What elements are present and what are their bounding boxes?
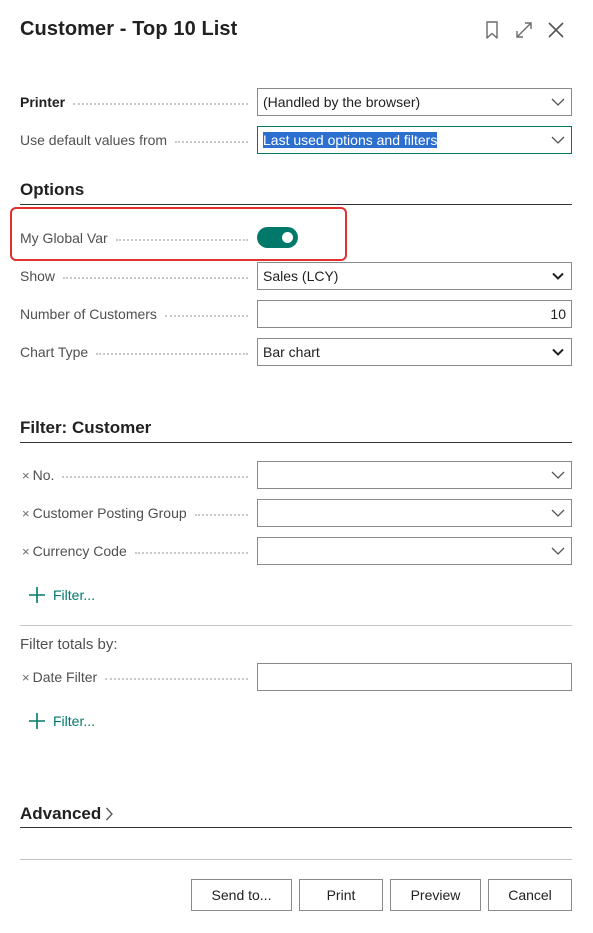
filter-row-date: × Date Filter	[20, 663, 572, 691]
printer-value: (Handled by the browser)	[263, 94, 421, 110]
filter-customer-title: Filter: Customer	[20, 418, 152, 437]
date-filter-input[interactable]	[257, 663, 572, 691]
plus-icon	[29, 587, 45, 603]
chevron-down-icon	[545, 127, 571, 153]
filter-row-posting-group: × Customer Posting Group	[20, 499, 572, 527]
chart-type-select[interactable]: Bar chart	[257, 338, 572, 366]
add-totals-filter-link[interactable]: Filter...	[28, 711, 95, 731]
options-divider	[20, 204, 572, 205]
num-customers-label: Number of Customers	[20, 300, 248, 328]
global-var-label: My Global Var	[20, 224, 248, 252]
caret-down-icon	[545, 339, 571, 365]
printer-label: Printer	[20, 88, 248, 116]
caret-down-icon	[545, 263, 571, 289]
close-icon[interactable]	[546, 20, 566, 40]
filter-totals-title: Filter totals by:	[20, 636, 118, 653]
expand-icon[interactable]	[514, 20, 534, 40]
num-customers-value: 10	[550, 306, 566, 322]
advanced-divider	[20, 827, 572, 828]
filter-customer-divider	[20, 442, 572, 443]
defaults-label: Use default values from	[20, 126, 248, 154]
chart-type-value: Bar chart	[263, 344, 320, 360]
show-row: Show Sales (LCY)	[20, 262, 572, 290]
cancel-button[interactable]: Cancel	[488, 879, 572, 911]
printer-row: Printer (Handled by the browser)	[20, 88, 572, 116]
filter-currency-label: × Currency Code	[20, 537, 248, 565]
filter-posting-group-input[interactable]	[257, 499, 572, 527]
chevron-right-icon	[106, 807, 114, 821]
filter-totals-divider	[20, 625, 572, 626]
show-value: Sales (LCY)	[263, 268, 339, 284]
chevron-down-icon	[545, 89, 571, 115]
global-var-row: My Global Var	[20, 224, 572, 252]
options-section-title: Options	[20, 180, 85, 199]
dialog-title: Customer - Top 10 List	[20, 18, 238, 40]
plus-icon	[29, 713, 45, 729]
filter-row-currency: × Currency Code	[20, 537, 572, 565]
remove-filter-icon[interactable]: ×	[22, 544, 30, 559]
date-filter-label: × Date Filter	[20, 663, 248, 691]
num-customers-row: Number of Customers 10	[20, 300, 572, 328]
filter-posting-group-label: × Customer Posting Group	[20, 499, 248, 527]
filter-no-input[interactable]	[257, 461, 572, 489]
remove-filter-icon[interactable]: ×	[22, 468, 30, 483]
global-var-toggle[interactable]	[257, 227, 298, 248]
chart-type-label: Chart Type	[20, 338, 248, 366]
num-customers-input[interactable]: 10	[257, 300, 572, 328]
send-to-button[interactable]: Send to...	[191, 879, 292, 911]
show-select[interactable]: Sales (LCY)	[257, 262, 572, 290]
add-filter-link[interactable]: Filter...	[28, 585, 95, 605]
defaults-select[interactable]: Last used options and filters	[257, 126, 572, 154]
chevron-down-icon	[545, 538, 571, 564]
filter-currency-input[interactable]	[257, 537, 572, 565]
toggle-knob	[282, 232, 293, 243]
chart-type-row: Chart Type Bar chart	[20, 338, 572, 366]
advanced-toggle[interactable]: Advanced	[20, 804, 114, 824]
defaults-value: Last used options and filters	[263, 132, 438, 148]
chevron-down-icon	[545, 462, 571, 488]
bookmark-icon[interactable]	[482, 20, 502, 40]
show-label: Show	[20, 262, 248, 290]
preview-button[interactable]: Preview	[390, 879, 481, 911]
print-button[interactable]: Print	[299, 879, 383, 911]
remove-filter-icon[interactable]: ×	[22, 506, 30, 521]
defaults-row: Use default values from Last used option…	[20, 126, 572, 154]
filter-no-label: × No.	[20, 461, 248, 489]
remove-filter-icon[interactable]: ×	[22, 670, 30, 685]
filter-row-no: × No.	[20, 461, 572, 489]
chevron-down-icon	[545, 500, 571, 526]
footer-divider	[20, 859, 572, 860]
printer-select[interactable]: (Handled by the browser)	[257, 88, 572, 116]
